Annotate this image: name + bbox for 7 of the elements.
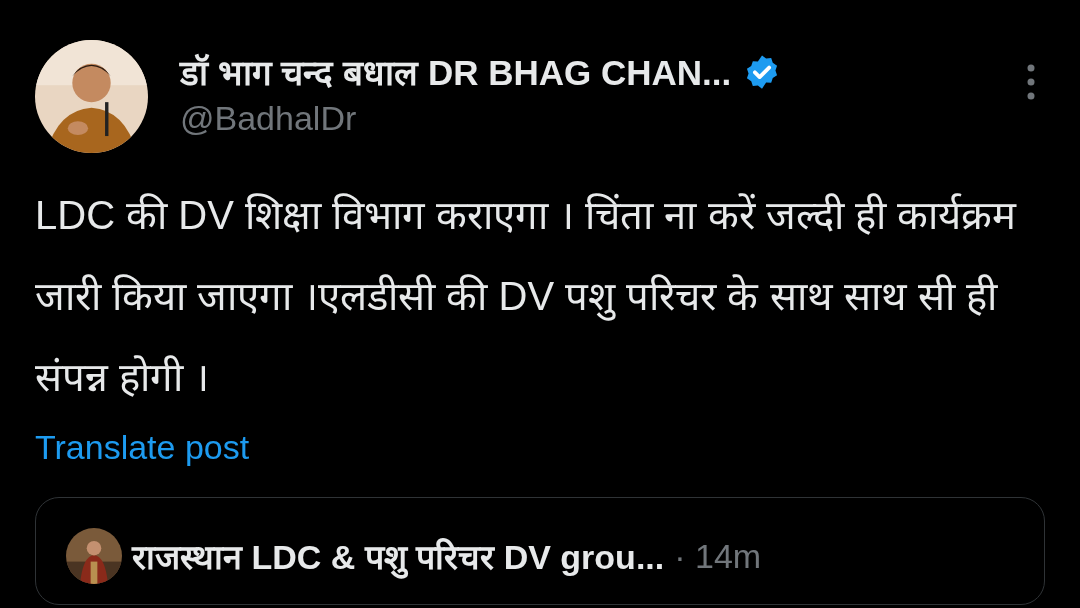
post-text: LDC की DV शिक्षा विभाग कराएगा । चिंता ना करें जल्दी ही कार्यक्रम जारी किया जाएगा ।एलडीसी की DV पशु परिचर के साथ साथ सी ही संपन्न होगी । [35,192,1018,401]
translate-link[interactable]: Translate post [35,428,250,467]
quoted-author-name: राजस्थान LDC & पशु परिचर DV grou... [132,533,665,579]
author-name: डॉ भाग चन्द बधाल DR BHAG CHAN... [180,52,732,94]
user-handle[interactable]: @BadhalDr [180,99,1023,138]
quoted-post-card[interactable]: राजस्थान LDC & पशु परिचर DV grou... · 14m [35,497,1045,605]
post-time: · 14m [674,536,762,576]
